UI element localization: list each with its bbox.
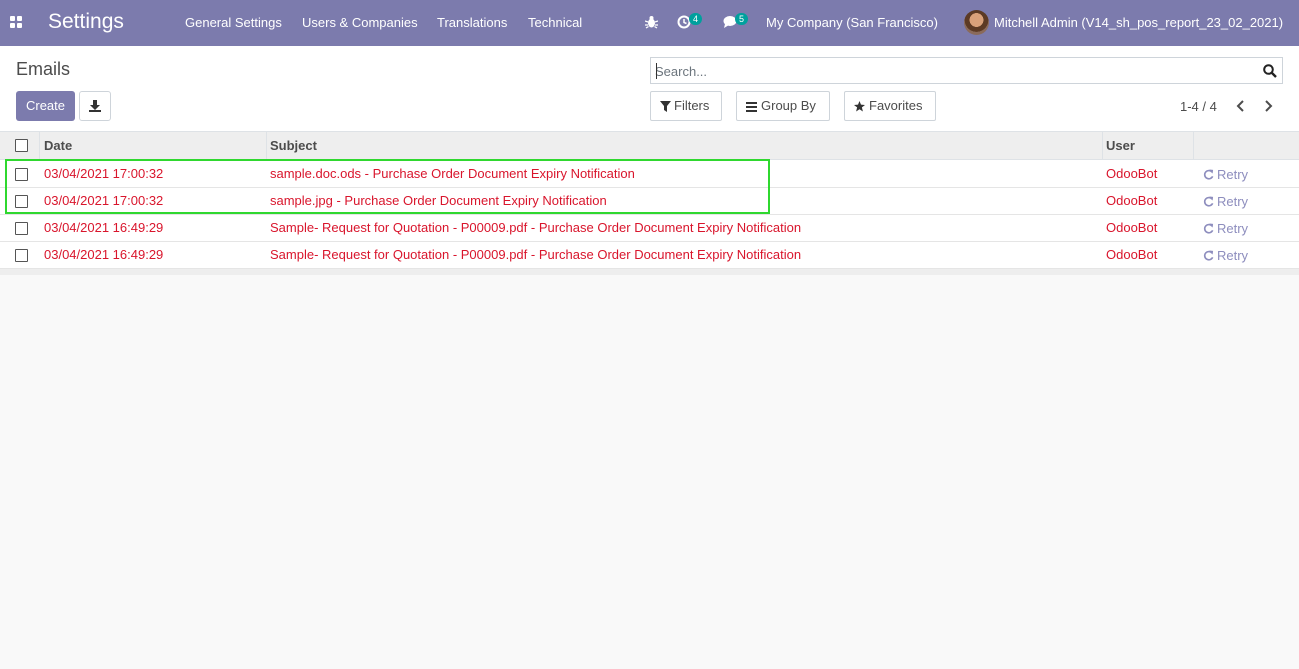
search-input[interactable] — [655, 62, 1245, 80]
favorites-label: Favorites — [869, 98, 923, 113]
chevron-left-icon[interactable] — [1234, 99, 1248, 113]
refresh-icon — [1203, 250, 1214, 261]
retry-label: Retry — [1217, 248, 1249, 263]
column-header-subject[interactable]: Subject — [267, 132, 1103, 160]
row-user: OdooBot — [1106, 166, 1158, 181]
emails-list-table: Date Subject User 03/04/2021 17:00:32 sa… — [0, 132, 1299, 275]
top-navbar: Settings General Settings Users & Compan… — [0, 0, 1299, 46]
chevron-right-icon[interactable] — [1261, 99, 1275, 113]
row-user: OdooBot — [1106, 193, 1158, 208]
create-button[interactable]: Create — [16, 91, 75, 121]
row-date: 03/04/2021 17:00:32 — [44, 166, 164, 181]
retry-label: Retry — [1217, 167, 1249, 182]
retry-button[interactable]: Retry — [1203, 188, 1248, 215]
text-cursor — [656, 63, 657, 79]
row-checkbox[interactable] — [15, 168, 28, 181]
pager-value[interactable]: 1-4 / 4 — [1180, 99, 1217, 114]
activity-badge: 4 — [689, 13, 702, 25]
filters-label: Filters — [674, 98, 710, 113]
table-row[interactable]: 03/04/2021 17:00:32 sample.jpg - Purchas… — [0, 188, 1299, 215]
row-date: 03/04/2021 16:49:29 — [44, 247, 164, 262]
favorites-button[interactable]: Favorites — [844, 91, 936, 121]
refresh-icon — [1203, 196, 1214, 207]
star-icon — [854, 101, 865, 112]
messages-badge: 5 — [735, 13, 748, 25]
row-date: 03/04/2021 17:00:32 — [44, 193, 164, 208]
menu-translations[interactable]: Translations — [437, 15, 507, 30]
column-header-date[interactable]: Date — [41, 132, 267, 160]
search-bar[interactable] — [650, 57, 1283, 84]
retry-label: Retry — [1217, 194, 1249, 209]
app-title: Settings — [48, 10, 124, 33]
retry-label: Retry — [1217, 221, 1249, 236]
breadcrumb-title: Emails — [16, 59, 71, 79]
group-by-button[interactable]: Group By — [736, 91, 830, 121]
header-select-cell — [0, 132, 40, 160]
group-by-label: Group By — [761, 98, 816, 113]
retry-button[interactable]: Retry — [1203, 242, 1248, 269]
row-checkbox[interactable] — [15, 195, 28, 208]
row-user: OdooBot — [1106, 247, 1158, 262]
column-header-user[interactable]: User — [1103, 132, 1194, 160]
row-subject: sample.jpg - Purchase Order Document Exp… — [270, 193, 607, 208]
refresh-icon — [1203, 223, 1214, 234]
list-bars-icon — [746, 102, 757, 112]
table-row[interactable]: 03/04/2021 16:49:29 Sample- Request for … — [0, 242, 1299, 269]
row-subject: sample.doc.ods - Purchase Order Document… — [270, 166, 635, 181]
table-row[interactable]: 03/04/2021 16:49:29 Sample- Request for … — [0, 215, 1299, 242]
menu-general-settings[interactable]: General Settings — [185, 15, 282, 30]
row-date: 03/04/2021 16:49:29 — [44, 220, 164, 235]
retry-button[interactable]: Retry — [1203, 215, 1248, 242]
company-switcher[interactable]: My Company (San Francisco) — [766, 15, 938, 30]
control-panel: Emails Create Filters Group By Fav — [0, 46, 1299, 132]
user-avatar[interactable] — [964, 10, 989, 35]
retry-button[interactable]: Retry — [1203, 161, 1248, 188]
filter-funnel-icon — [660, 101, 671, 112]
menu-technical[interactable]: Technical — [528, 15, 582, 30]
select-all-checkbox[interactable] — [15, 139, 28, 152]
row-subject: Sample- Request for Quotation - P00009.p… — [270, 247, 802, 262]
debug-bug-icon[interactable] — [645, 15, 658, 29]
apps-menu-icon[interactable] — [10, 16, 23, 29]
row-user: OdooBot — [1106, 220, 1158, 235]
filters-button[interactable]: Filters — [650, 91, 722, 121]
search-icon[interactable] — [1263, 64, 1277, 78]
export-button[interactable] — [79, 91, 111, 121]
user-menu[interactable]: Mitchell Admin (V14_sh_pos_report_23_02_… — [994, 15, 1283, 30]
row-subject: Sample- Request for Quotation - P00009.p… — [270, 220, 802, 235]
row-checkbox[interactable] — [15, 249, 28, 262]
table-row[interactable]: 03/04/2021 17:00:32 sample.doc.ods - Pur… — [0, 161, 1299, 188]
menu-users-companies[interactable]: Users & Companies — [302, 15, 418, 30]
row-checkbox[interactable] — [15, 222, 28, 235]
refresh-icon — [1203, 169, 1214, 180]
download-icon — [89, 100, 101, 112]
table-footer — [0, 269, 1299, 275]
table-header: Date Subject User — [0, 132, 1299, 160]
